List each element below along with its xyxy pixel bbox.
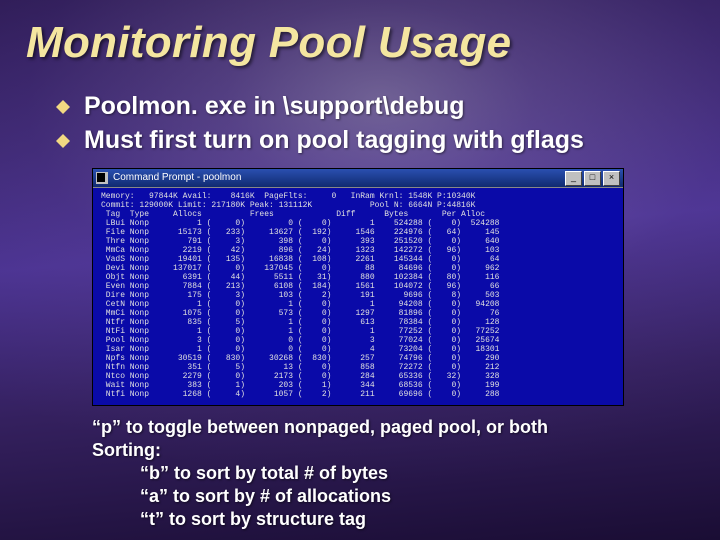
note-line: “a” to sort by # of allocations <box>140 485 694 508</box>
note-line: “p” to toggle between nonpaged, paged po… <box>92 416 694 439</box>
presentation-slide: Monitoring Pool Usage Poolmon. exe in \s… <box>0 0 720 540</box>
slide-title: Monitoring Pool Usage <box>26 18 694 68</box>
footer-notes: “p” to toggle between nonpaged, paged po… <box>92 416 694 531</box>
bullet-diamond-icon <box>56 100 70 114</box>
cmd-window-screenshot: Command Prompt - poolmon _ □ × Memory: 9… <box>92 168 624 406</box>
note-line: “t” to sort by structure tag <box>140 508 694 531</box>
note-line: “b” to sort by total # of bytes <box>140 462 694 485</box>
window-controls: _ □ × <box>565 171 620 186</box>
bullet-list: Poolmon. exe in \support\debug Must firs… <box>56 92 694 154</box>
cmd-app-icon <box>96 172 108 184</box>
maximize-button[interactable]: □ <box>584 171 601 186</box>
bullet-item: Poolmon. exe in \support\debug <box>56 92 694 120</box>
cmd-window-title: Command Prompt - poolmon <box>113 172 241 184</box>
bullet-text: Poolmon. exe in \support\debug <box>84 92 465 120</box>
cmd-titlebar: Command Prompt - poolmon _ □ × <box>93 169 623 187</box>
note-line: Sorting: <box>92 439 694 462</box>
close-button[interactable]: × <box>603 171 620 186</box>
minimize-button[interactable]: _ <box>565 171 582 186</box>
bullet-item: Must first turn on pool tagging with gfl… <box>56 126 694 154</box>
bullet-text: Must first turn on pool tagging with gfl… <box>84 126 584 154</box>
bullet-diamond-icon <box>56 134 70 148</box>
cmd-output: Memory: 97844K Avail: 8416K PageFlts: 0 … <box>93 187 623 405</box>
